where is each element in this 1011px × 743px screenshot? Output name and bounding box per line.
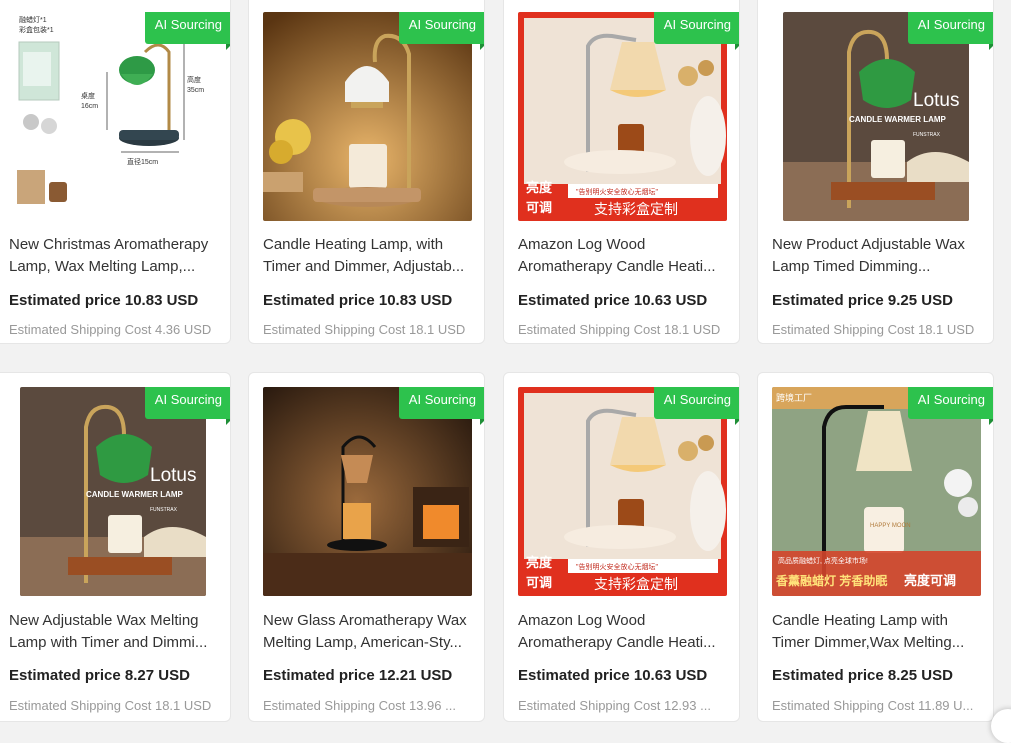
image-caption: 16cm: [81, 103, 98, 110]
image-caption: 香薰融蜡灯 芳香助眠: [775, 573, 887, 588]
product-price: Estimated price 12.21 USD: [263, 667, 453, 684]
shipping-cost: Estimated Shipping Cost 13.96 ...: [263, 698, 456, 713]
image-caption: HAPPY MOON: [870, 523, 911, 529]
image-caption: Lotus: [913, 90, 959, 111]
product-title[interactable]: Candle Heating Lamp, with Timer and Dimm…: [263, 234, 475, 278]
ai-sourcing-badge: AI Sourcing: [144, 12, 230, 50]
image-caption: 可调: [526, 575, 552, 590]
product-title[interactable]: Amazon Log Wood Aromatherapy Candle Heat…: [518, 610, 730, 654]
image-caption: "告别明火安全放心无烟坛": [576, 187, 658, 196]
image-caption: 35cm: [187, 87, 204, 94]
shipping-cost: Estimated Shipping Cost 11.89 U...: [772, 698, 974, 713]
shipping-cost: Estimated Shipping Cost 18.1 USD: [518, 322, 721, 337]
image-caption: FUNSTRAX: [913, 132, 941, 138]
image-caption: 亮度: [526, 555, 553, 570]
product-card[interactable]: AI Sourcing Candle Heating Lamp, with Ti…: [248, 0, 485, 344]
product-title[interactable]: New Glass Aromatherapy Wax Melting Lamp,…: [263, 610, 475, 654]
image-caption: 桌度: [81, 91, 95, 100]
floating-scroll-button[interactable]: [991, 709, 1011, 743]
ai-sourcing-badge: AI Sourcing: [144, 387, 230, 425]
product-title[interactable]: New Adjustable Wax Melting Lamp with Tim…: [9, 610, 221, 654]
product-price: Estimated price 10.63 USD: [518, 292, 708, 309]
image-caption: Lotus: [150, 465, 196, 486]
image-caption: 跨境工厂: [776, 392, 812, 403]
image-caption: CANDLE WARMER LAMP: [849, 115, 947, 124]
image-caption: FUNSTRAX: [150, 507, 178, 513]
product-price: Estimated price 10.63 USD: [518, 667, 708, 684]
ai-sourcing-badge: AI Sourcing: [398, 387, 484, 425]
image-caption: CANDLE WARMER LAMP: [86, 490, 184, 499]
product-title[interactable]: Amazon Log Wood Aromatherapy Candle Heat…: [518, 234, 730, 278]
product-price: Estimated price 8.25 USD: [772, 667, 953, 684]
image-caption: 直径15cm: [127, 157, 158, 166]
product-card[interactable]: 跨境工厂 高品质融蜡灯, 点亮全球市场! 香薰融蜡灯 芳香助眠 亮度可调 HAP…: [757, 372, 994, 722]
image-caption: 支持彩盒定制: [594, 201, 678, 217]
product-price: Estimated price 10.83 USD: [263, 292, 453, 309]
product-title[interactable]: Candle Heating Lamp with Timer Dimmer,Wa…: [772, 610, 984, 654]
shipping-cost: Estimated Shipping Cost 18.1 USD: [772, 322, 975, 337]
ai-sourcing-badge: AI Sourcing: [653, 387, 739, 425]
image-caption: 彩盒包装*1: [19, 25, 54, 34]
product-price: Estimated price 8.27 USD: [9, 667, 190, 684]
shipping-cost: Estimated Shipping Cost 12.93 ...: [518, 698, 711, 713]
product-card[interactable]: 亮度 可调 "告别明火安全放心无烟坛" 支持彩盒定制 AI Sourcing A…: [503, 372, 740, 722]
ai-sourcing-badge: AI Sourcing: [907, 387, 993, 425]
product-card[interactable]: AI Sourcing New Glass Aromatherapy Wax M…: [248, 372, 485, 722]
product-price: Estimated price 10.83 USD: [9, 292, 199, 309]
image-caption: 亮度可调: [904, 573, 956, 588]
shipping-cost: Estimated Shipping Cost 4.36 USD: [9, 322, 212, 337]
ai-sourcing-badge: AI Sourcing: [653, 12, 739, 50]
ai-sourcing-badge: AI Sourcing: [907, 12, 993, 50]
image-caption: 高度: [187, 75, 201, 84]
image-caption: 支持彩盒定制: [594, 576, 678, 592]
product-card[interactable]: 融蜡灯*1 彩盒包装*1 高度 35cm 桌度 16cm 直径15cm AI S…: [0, 0, 231, 344]
image-caption: 亮度: [526, 180, 553, 195]
product-grid: 融蜡灯*1 彩盒包装*1 高度 35cm 桌度 16cm 直径15cm AI S…: [0, 0, 1011, 743]
image-caption: 融蜡灯*1: [19, 15, 47, 24]
product-title[interactable]: New Christmas Aromatherapy Lamp, Wax Mel…: [9, 234, 221, 278]
product-card[interactable]: Lotus CANDLE WARMER LAMP FUNSTRAX AI Sou…: [0, 372, 231, 722]
image-caption: 高品质融蜡灯, 点亮全球市场!: [778, 556, 868, 565]
image-caption: 可调: [526, 200, 552, 215]
shipping-cost: Estimated Shipping Cost 18.1 USD: [9, 698, 212, 713]
product-card[interactable]: 亮度 可调 "告别明火安全放心无烟坛" 支持彩盒定制 AI Sourcing A…: [503, 0, 740, 344]
ai-sourcing-badge: AI Sourcing: [398, 12, 484, 50]
product-card[interactable]: Lotus CANDLE WARMER LAMP FUNSTRAX AI Sou…: [757, 0, 994, 344]
product-price: Estimated price 9.25 USD: [772, 292, 953, 309]
product-title[interactable]: New Product Adjustable Wax Lamp Timed Di…: [772, 234, 984, 278]
shipping-cost: Estimated Shipping Cost 18.1 USD: [263, 322, 466, 337]
image-caption: "告别明火安全放心无烟坛": [576, 562, 658, 571]
